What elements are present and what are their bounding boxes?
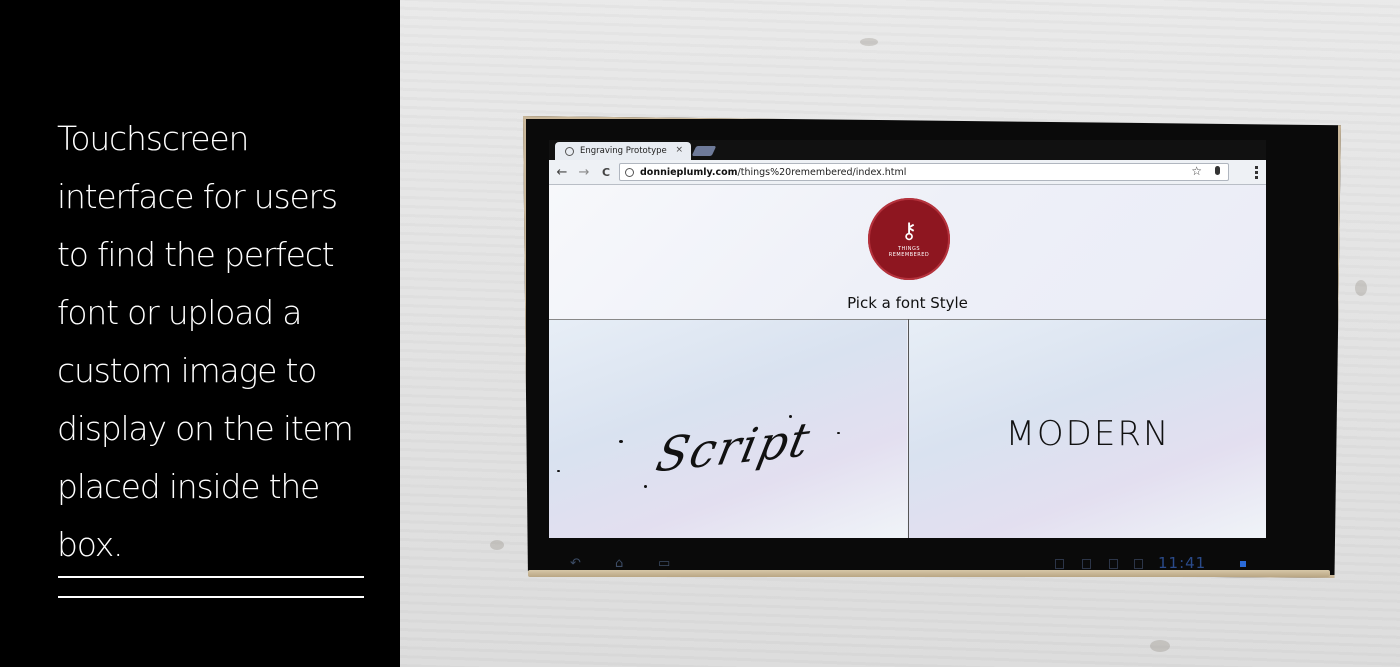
usb-icon <box>1055 559 1064 569</box>
caption-line: to find the perfect <box>57 235 335 274</box>
menu-icon[interactable] <box>1255 166 1258 180</box>
browser-tab[interactable]: Engraving Prototype × <box>555 142 691 160</box>
close-icon[interactable]: × <box>675 145 683 155</box>
ink-splatter <box>789 415 792 418</box>
globe-icon <box>565 146 574 156</box>
ink-splatter <box>837 432 840 434</box>
new-tab-button[interactable] <box>691 146 717 156</box>
caption-text: Touchscreen interface for users to find … <box>57 110 377 574</box>
debug-icon <box>1082 559 1091 569</box>
download-icon <box>1109 559 1118 569</box>
home-icon[interactable]: ⌂ <box>615 556 623 571</box>
star-icon[interactable]: ☆ <box>1191 164 1202 178</box>
wood-knot <box>1355 280 1367 296</box>
wifi-icon <box>1240 561 1246 567</box>
font-option-script[interactable]: Script <box>549 320 907 538</box>
option-label: Script <box>651 411 817 483</box>
wood-knot <box>490 540 504 550</box>
browser-toolbar: ← → C donnieplumly.com/things%20remember… <box>549 160 1266 185</box>
caption-line: interface for users <box>57 177 338 216</box>
divider-rule <box>58 576 364 578</box>
globe-icon <box>625 167 634 177</box>
key-bow-icon: ⚷ <box>900 218 918 244</box>
url-domain: donnieplumly.com <box>640 166 738 178</box>
ink-splatter <box>557 470 560 472</box>
ink-splatter <box>644 485 647 488</box>
caption-panel: Touchscreen interface for users to find … <box>0 0 400 667</box>
tablet-screen: Engraving Prototype × ← → C donnieplumly… <box>549 140 1266 538</box>
logo-text: THINGS REMEMBERED <box>888 245 930 258</box>
notification-icon <box>1134 559 1143 569</box>
reload-button[interactable]: C <box>597 166 615 179</box>
page-title: Pick a font Style <box>847 294 968 312</box>
back-button[interactable]: ← <box>553 165 571 180</box>
font-option-modern[interactable]: MODERN <box>909 320 1266 538</box>
url-text: donnieplumly.com/things%20remembered/ind… <box>640 167 906 178</box>
page-content: ⚷ THINGS REMEMBERED Pick a font Style Sc… <box>549 185 1266 538</box>
ink-splatter <box>619 440 623 443</box>
caption-line: custom image to <box>57 351 317 390</box>
mic-icon[interactable] <box>1215 166 1220 175</box>
wood-knot <box>1150 640 1170 652</box>
brand-logo: ⚷ THINGS REMEMBERED <box>868 198 950 280</box>
status-clock: 11:41 <box>1158 554 1207 572</box>
wood-knot <box>860 38 878 46</box>
recent-apps-icon[interactable]: ▭ <box>658 556 670 571</box>
caption-line: display on the item <box>57 409 354 448</box>
address-bar[interactable]: donnieplumly.com/things%20remembered/ind… <box>619 163 1229 181</box>
caption-line: Touchscreen <box>57 119 249 158</box>
url-path: /things%20remembered/index.html <box>737 166 907 178</box>
tab-title: Engraving Prototype <box>580 146 667 156</box>
tab-strip: Engraving Prototype × <box>549 140 1266 160</box>
caption-line: placed inside the <box>57 467 320 506</box>
forward-button[interactable]: → <box>575 165 593 180</box>
option-label: MODERN <box>1005 414 1171 454</box>
system-bar: ↶ ⌂ ▭ 11:41 <box>560 554 1260 574</box>
back-nav-icon[interactable]: ↶ <box>570 556 581 571</box>
caption-line: font or upload a <box>57 293 303 332</box>
divider-rule <box>58 596 364 598</box>
caption-line: box. <box>57 525 124 564</box>
